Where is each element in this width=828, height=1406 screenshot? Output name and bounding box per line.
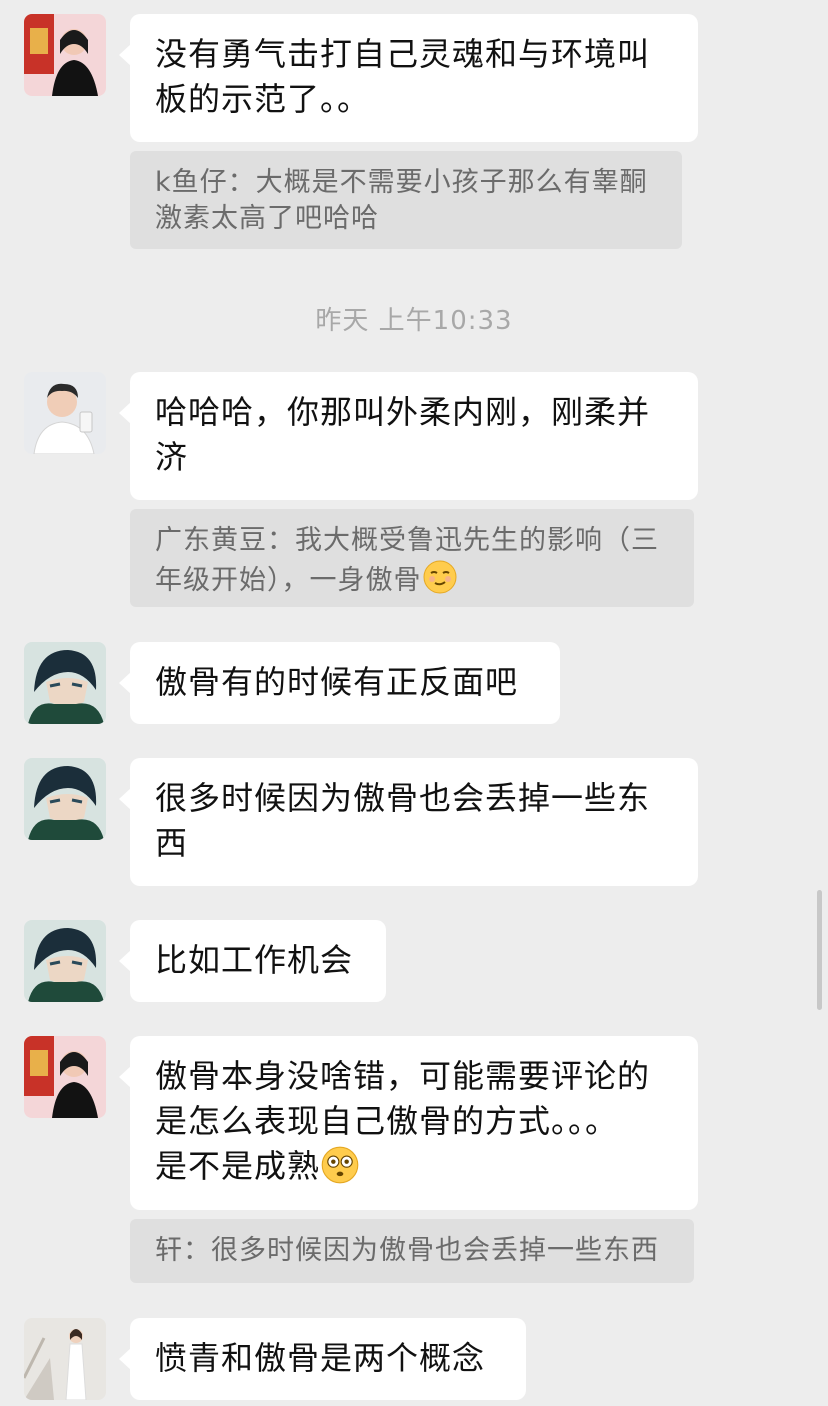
message-bubble[interactable]: 没有勇气击打自己灵魂和与环境叫 板的示范了。。 <box>119 14 698 142</box>
message-bubble[interactable]: 愤青和傲骨是两个概念 <box>119 1318 526 1400</box>
quote-line-with-emoji: 年级开始），一身傲骨 <box>155 559 674 599</box>
quoted-reply[interactable]: k鱼仔：大概是不需要小孩子那么有睾酮 激素太高了吧哈哈 <box>130 151 682 249</box>
message-line: 哈哈哈，你那叫外柔内刚，刚柔并 <box>155 393 651 431</box>
message-line: 傲骨有的时候有正反面吧 <box>155 663 519 701</box>
flushed-emoji-icon <box>321 1146 359 1184</box>
message-line-with-emoji: 是不是成熟 <box>155 1144 674 1189</box>
quoted-reply[interactable]: 轩：很多时候因为傲骨也会丢掉一些东西 <box>130 1219 694 1283</box>
message-line: 是怎么表现自己傲骨的方式。。。 <box>155 1102 619 1140</box>
message-line: 没有勇气击打自己灵魂和与环境叫 <box>155 35 651 73</box>
message-bubble[interactable]: 比如工作机会 <box>119 920 386 1002</box>
avatar-man-white[interactable] <box>24 372 106 454</box>
message-bubble[interactable]: 傲骨本身没啥错，可能需要评论的 是怎么表现自己傲骨的方式。。。 是不是成熟 <box>119 1036 698 1210</box>
message-text: 是不是成熟 <box>155 1147 321 1185</box>
quote-line: 广东黄豆：我大概受鲁迅先生的影响（三 <box>155 525 659 556</box>
message-line: 板的示范了。。 <box>155 80 371 118</box>
chat-window: 没有勇气击打自己灵魂和与环境叫 板的示范了。。 k鱼仔：大概是不需要小孩子那么有… <box>0 0 828 1406</box>
quote-line: 轩：很多时候因为傲骨也会丢掉一些东西 <box>155 1235 659 1266</box>
message-line: 傲骨本身没啥错，可能需要评论的 <box>155 1057 651 1095</box>
quote-text: 年级开始），一身傲骨 <box>155 565 422 596</box>
message-line: 比如工作机会 <box>155 941 354 979</box>
message-line: 愤青和傲骨是两个概念 <box>155 1339 486 1377</box>
message-bubble[interactable]: 傲骨有的时候有正反面吧 <box>119 642 560 724</box>
message-bubble[interactable]: 很多时候因为傲骨也会丢掉一些东 西 <box>119 758 698 886</box>
message-line: 很多时候因为傲骨也会丢掉一些东 <box>155 779 651 817</box>
avatar-anime[interactable] <box>24 642 106 724</box>
scrollbar[interactable] <box>817 890 822 1010</box>
quote-line: k鱼仔：大概是不需要小孩子那么有睾酮 <box>155 167 648 198</box>
avatar-woman-red[interactable] <box>24 14 106 96</box>
message-bubble[interactable]: 哈哈哈，你那叫外柔内刚，刚柔并 济 <box>119 372 698 500</box>
avatar-woman-white[interactable] <box>24 1318 106 1400</box>
message-line: 济 <box>155 438 189 476</box>
avatar-anime[interactable] <box>24 758 106 840</box>
quoted-reply[interactable]: 广东黄豆：我大概受鲁迅先生的影响（三 年级开始），一身傲骨 <box>130 509 694 607</box>
avatar-woman-red[interactable] <box>24 1036 106 1118</box>
smirk-emoji-icon <box>423 560 456 594</box>
avatar-anime[interactable] <box>24 920 106 1002</box>
quote-line: 激素太高了吧哈哈 <box>155 203 379 234</box>
time-divider: 昨天 上午10:33 <box>315 306 513 336</box>
message-line: 西 <box>155 824 189 862</box>
